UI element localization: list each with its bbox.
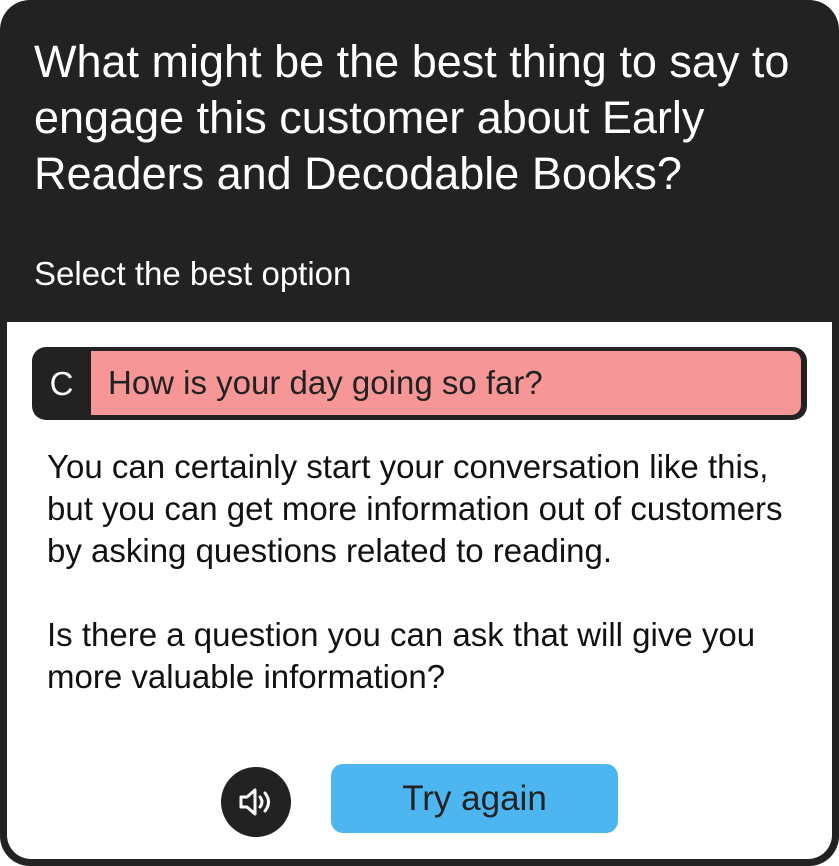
option-letter: C	[49, 365, 74, 402]
feedback-paragraph: You can certainly start your conversatio…	[47, 448, 783, 569]
audio-button[interactable]	[221, 767, 291, 837]
feedback-text: You can certainly start your conversatio…	[47, 446, 787, 698]
feedback-body: C How is your day going so far? You can …	[7, 322, 832, 859]
option-text: How is your day going so far?	[91, 351, 801, 415]
question-header: What might be the best thing to say to e…	[0, 0, 839, 322]
selected-option[interactable]: C How is your day going so far?	[32, 347, 807, 420]
speaker-icon	[239, 788, 270, 816]
instruction-text: Select the best option	[34, 255, 352, 292]
question-text: What might be the best thing to say to e…	[34, 36, 790, 199]
try-again-button[interactable]: Try again	[331, 764, 618, 833]
feedback-card: What might be the best thing to say to e…	[0, 0, 839, 866]
feedback-paragraph: Is there a question you can ask that wil…	[47, 616, 756, 695]
